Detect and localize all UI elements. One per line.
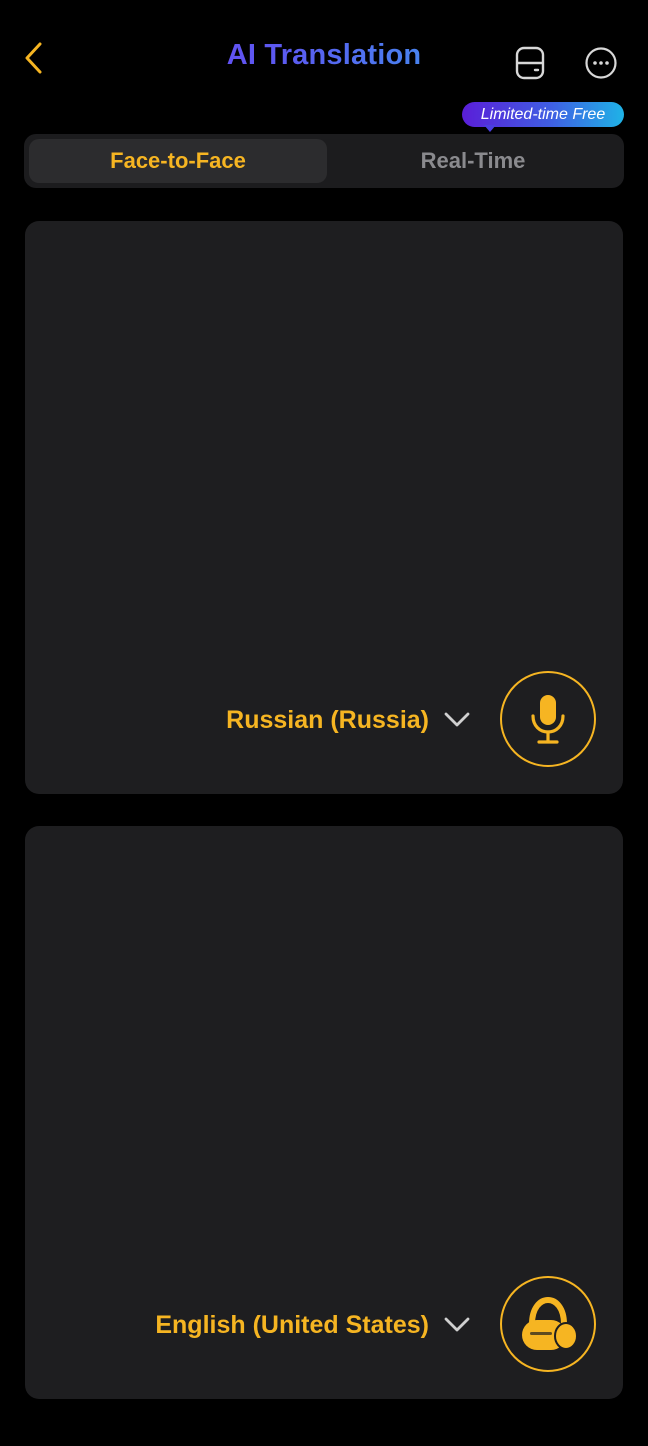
language-label: Russian (Russia) [226,705,429,734]
chevron-down-icon [441,1309,473,1341]
language-selector-bottom[interactable]: English (United States) [155,1306,473,1344]
microphone-icon [531,695,565,744]
badge-pointer [484,125,496,132]
tab-face-to-face[interactable]: Face-to-Face [29,139,327,183]
more-button[interactable] [582,44,620,82]
header: AI Translation [0,0,648,110]
chevron-down-icon [441,704,473,736]
page-title: AI Translation [0,36,648,74]
language-selector-top[interactable]: Russian (Russia) [226,701,473,739]
mode-tabs: Face-to-Face Real-Time [24,134,624,188]
tab-real-time[interactable]: Real-Time [324,139,622,183]
more-icon [585,47,617,79]
microphone-button[interactable] [500,671,596,767]
history-icon [515,46,545,80]
translation-panel-bottom: English (United States) [25,826,623,1399]
translation-panel-top: Russian (Russia) [25,221,623,794]
earbuds-button[interactable] [500,1276,596,1372]
earbuds-icon [522,1296,578,1350]
limited-time-badge: Limited-time Free [462,102,624,127]
history-button[interactable] [511,44,549,82]
language-label: English (United States) [155,1310,429,1339]
